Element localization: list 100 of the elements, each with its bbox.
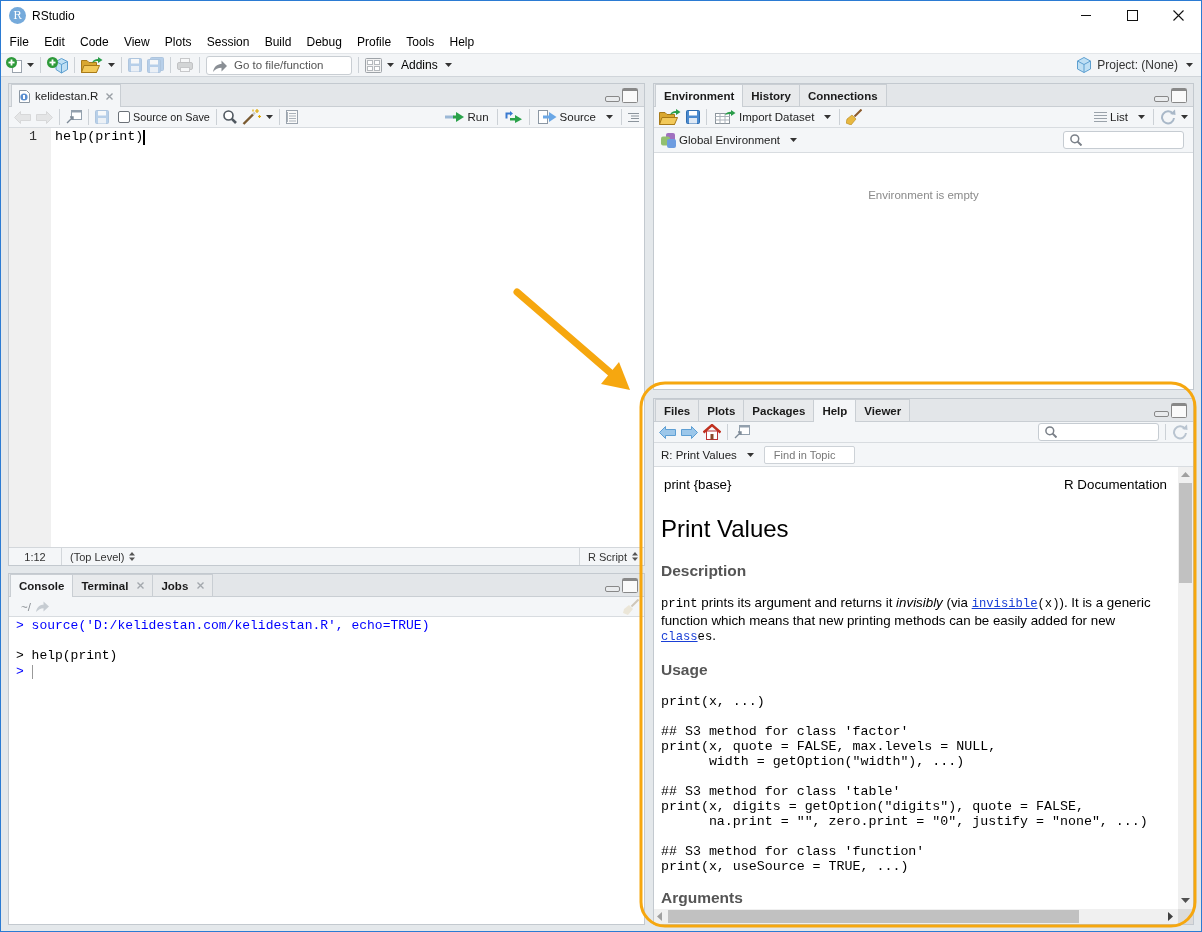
section-heading: Description — [661, 561, 748, 580]
import-dataset-button[interactable]: Import Dataset — [713, 110, 834, 124]
caret-icon — [746, 452, 754, 457]
maximize-icon[interactable] — [1126, 10, 1138, 21]
menu-item[interactable]: Help — [441, 32, 482, 51]
help-link[interactable]: class — [661, 630, 698, 644]
file-type-selector[interactable]: R Script — [578, 548, 644, 565]
outline-icon[interactable] — [628, 112, 639, 122]
menu-item[interactable]: View — [116, 32, 158, 51]
menu-item[interactable]: Profile — [349, 32, 399, 51]
search-icon[interactable] — [222, 110, 237, 124]
home-icon[interactable] — [703, 424, 721, 440]
share-arrow-icon[interactable] — [35, 601, 49, 612]
minimize-pane-icon[interactable] — [605, 586, 620, 592]
pane-tab[interactable]: History — [742, 84, 800, 106]
forward-arrow-icon[interactable] — [681, 425, 698, 439]
checkbox[interactable] — [118, 111, 130, 123]
help-link[interactable]: invisible — [971, 597, 1038, 611]
pane-tab[interactable]: Environment — [655, 84, 744, 107]
pane-tab[interactable]: Files — [655, 399, 700, 421]
menu-item[interactable]: Edit — [36, 32, 73, 51]
scrollbar-thumb[interactable] — [668, 910, 1079, 923]
run-button[interactable]: Run — [443, 111, 491, 123]
popout-icon[interactable] — [734, 425, 750, 439]
window-title: RStudio — [32, 8, 75, 23]
find-in-topic-field[interactable]: Find in Topic — [763, 445, 855, 464]
magic-wand-icon[interactable] — [241, 109, 261, 125]
close-icon[interactable] — [1172, 10, 1184, 21]
cube-icon — [1077, 57, 1092, 73]
checkbox-label[interactable]: Source on Save — [133, 111, 210, 123]
pane-tab[interactable]: Help — [813, 399, 857, 422]
pane-tab[interactable]: Console — [10, 574, 74, 597]
view-mode-button[interactable]: List — [1092, 111, 1147, 123]
menu-item[interactable]: Code — [72, 32, 117, 51]
environment-selector[interactable]: Global Environment — [659, 132, 799, 148]
popout-icon[interactable] — [66, 110, 82, 124]
go-to-file-field[interactable]: Go to file/function — [206, 55, 352, 75]
horizontal-scrollbar[interactable] — [654, 909, 1178, 924]
save-icon[interactable] — [686, 110, 700, 124]
caret-icon[interactable] — [1181, 115, 1188, 119]
caret-icon — [790, 138, 797, 142]
new-file-icon[interactable] — [6, 57, 22, 73]
maximize-pane-icon[interactable] — [622, 87, 638, 103]
scroll-down-icon[interactable] — [1181, 898, 1190, 903]
topic-selector[interactable]: R: Print Values — [659, 448, 756, 461]
scope-selector[interactable]: (Top Level) — [62, 548, 136, 565]
document-icon — [19, 89, 30, 103]
refresh-icon[interactable] — [1172, 424, 1188, 440]
maximize-pane-icon[interactable] — [1171, 87, 1187, 103]
pane-tab[interactable]: Viewer — [855, 399, 911, 421]
text-cursor — [143, 129, 145, 145]
cursor-position: 1:12 — [9, 548, 62, 565]
minimize-pane-icon[interactable] — [1154, 96, 1169, 102]
file-tab[interactable]: kelidestan.R — [11, 84, 122, 107]
console-line: > help(print) — [16, 648, 118, 663]
caret-icon[interactable] — [108, 63, 115, 67]
project-button[interactable]: Project: (None) — [1075, 57, 1195, 73]
scrollbar-thumb[interactable] — [1179, 483, 1192, 583]
pane-tab[interactable]: Plots — [698, 399, 745, 421]
maximize-pane-icon[interactable] — [1171, 402, 1187, 418]
refresh-icon[interactable] — [1160, 109, 1176, 125]
menu-item[interactable]: Build — [257, 32, 299, 51]
pane-tab[interactable]: Jobs — [152, 574, 214, 596]
addins-button[interactable]: Addins — [399, 58, 454, 72]
minimize-pane-icon[interactable] — [1154, 411, 1169, 417]
new-project-icon[interactable] — [47, 56, 68, 74]
maximize-pane-icon[interactable] — [622, 577, 638, 593]
caret-icon[interactable] — [265, 115, 273, 119]
menu-item[interactable]: Session — [199, 32, 258, 51]
broom-icon[interactable] — [846, 109, 863, 125]
scroll-up-icon[interactable] — [1181, 472, 1190, 477]
menu-item[interactable]: File — [2, 32, 37, 51]
rerun-icon[interactable] — [503, 111, 523, 123]
scroll-left-icon[interactable] — [657, 912, 662, 921]
caret-icon[interactable] — [27, 63, 34, 67]
pane-tab[interactable]: Packages — [743, 399, 815, 421]
pane-tab[interactable]: Terminal — [72, 574, 154, 596]
menu-item[interactable]: Plots — [157, 32, 200, 51]
updown-icon — [129, 552, 136, 561]
minimize-pane-icon[interactable] — [605, 96, 620, 102]
menu-item[interactable]: Tools — [398, 32, 442, 51]
search-field[interactable] — [1038, 423, 1159, 441]
updown-icon — [632, 552, 638, 561]
working-directory: ~/ — [21, 600, 31, 613]
notebook-icon[interactable] — [285, 110, 298, 124]
scroll-right-icon[interactable] — [1168, 912, 1173, 921]
pane-tab[interactable]: Connections — [798, 84, 887, 106]
open-folder-icon[interactable] — [81, 57, 103, 73]
section-heading: Arguments — [661, 887, 744, 907]
back-arrow-icon[interactable] — [659, 425, 676, 439]
menu-item[interactable]: Debug — [298, 32, 350, 51]
section-heading: Usage — [661, 659, 709, 679]
open-folder-icon[interactable] — [659, 109, 681, 125]
search-field[interactable] — [1063, 131, 1184, 149]
vertical-scrollbar[interactable] — [1178, 467, 1193, 909]
caret-icon[interactable] — [387, 63, 394, 67]
source-button[interactable]: Source — [535, 110, 615, 124]
description-text: print prints its argument and returns it invisibly (via invisible(x)). It is a generic function which means that new printing methods can be easily added for new classes. — [661, 595, 1152, 646]
grid-icon[interactable] — [365, 57, 382, 73]
run-arrow-icon — [445, 112, 465, 122]
